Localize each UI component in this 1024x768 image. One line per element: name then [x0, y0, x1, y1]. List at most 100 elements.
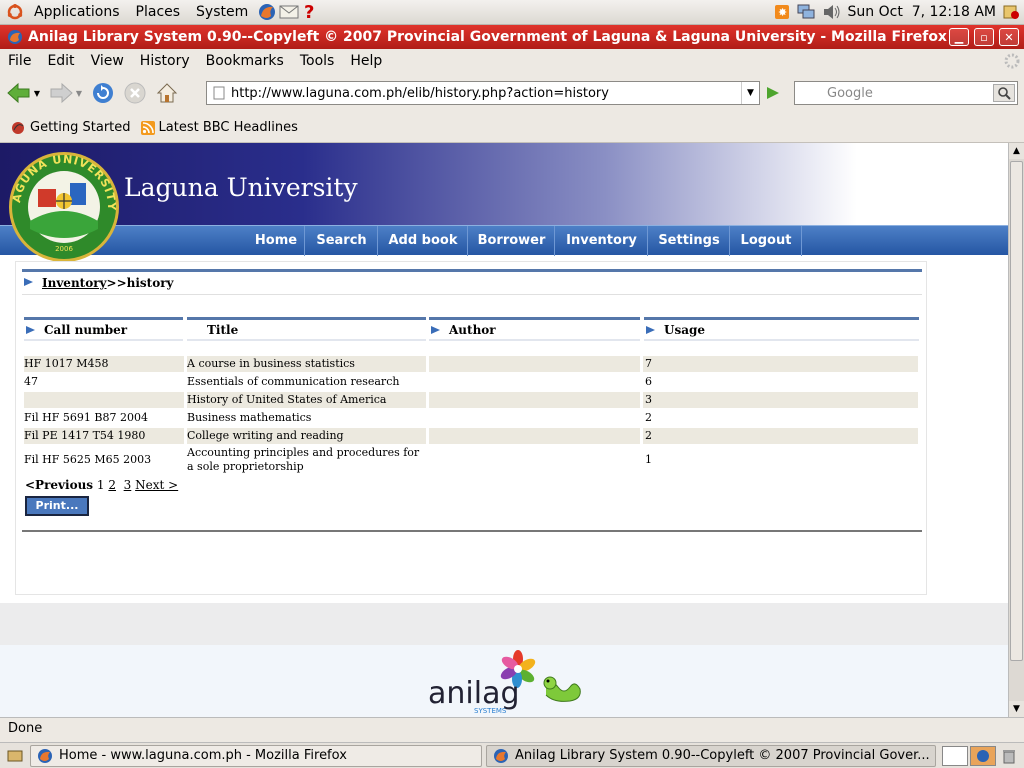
throbber-icon: [1004, 53, 1020, 69]
minimize-button[interactable]: ▁: [949, 28, 969, 46]
url-history-dropdown[interactable]: ▼: [741, 82, 759, 104]
network-icon[interactable]: [796, 3, 816, 21]
back-arrow-icon: [7, 82, 30, 104]
scroll-thumb[interactable]: [1010, 161, 1023, 661]
panel-clock[interactable]: Sun Oct 7, 12:18 AM: [848, 4, 996, 20]
forward-arrow-icon: [50, 82, 73, 104]
breadcrumb-current: >>history: [106, 276, 174, 290]
window-title: Anilag Library System 0.90--Copyleft © 2…: [28, 29, 947, 45]
scroll-up-button[interactable]: ▲: [1009, 143, 1024, 159]
pager-page-1: 1: [96, 478, 105, 492]
pager-next[interactable]: Next >: [135, 478, 178, 492]
shutdown-icon[interactable]: [1002, 3, 1020, 21]
status-text: Done: [8, 721, 43, 736]
menu-help[interactable]: Help: [342, 53, 390, 69]
firefox-window-icon[interactable]: [4, 29, 26, 45]
url-text[interactable]: http://www.laguna.com.ph/elib/history.ph…: [231, 86, 609, 101]
back-button[interactable]: [6, 80, 32, 106]
breadcrumb-inventory-link[interactable]: Inventory: [42, 276, 107, 290]
menu-bookmarks[interactable]: Bookmarks: [198, 53, 292, 69]
workspace-firefox-icon[interactable]: [970, 745, 996, 766]
search-input[interactable]: Google: [794, 81, 1018, 105]
cell-author: [429, 374, 640, 390]
nav-add-book[interactable]: Add book: [379, 226, 468, 256]
cell-author: [429, 446, 640, 462]
svg-text:✸: ✸: [778, 6, 787, 19]
pagination: <Previous 1 2 3 Next >: [25, 478, 178, 492]
taskbar-item-anilag[interactable]: Anilag Library System 0.90--Copyleft © 2…: [486, 744, 936, 767]
mail-launcher-icon[interactable]: [278, 4, 300, 20]
pager-page-2[interactable]: 2: [108, 478, 116, 492]
vertical-scrollbar[interactable]: ▲ ▼: [1008, 143, 1024, 717]
ubuntu-logo-icon[interactable]: [4, 4, 26, 20]
cell-call-number: 47: [24, 375, 38, 388]
bookmark-bbc-headlines[interactable]: Latest BBC Headlines: [140, 120, 298, 135]
menu-edit[interactable]: Edit: [39, 53, 82, 69]
go-arrow-icon: [767, 87, 779, 99]
nav-search[interactable]: Search: [306, 226, 378, 256]
menu-tools[interactable]: Tools: [292, 53, 343, 69]
forward-button[interactable]: [48, 80, 74, 106]
status-bar: Done: [0, 717, 1024, 741]
nav-settings[interactable]: Settings: [649, 226, 730, 256]
reload-button[interactable]: [90, 80, 116, 106]
nav-home[interactable]: Home: [248, 226, 305, 256]
cell-usage: 3: [643, 392, 918, 408]
rss-feed-icon: [140, 120, 155, 135]
nav-logout[interactable]: Logout: [731, 226, 802, 256]
bottom-taskbar: Home - www.laguna.com.ph - Mozilla Firef…: [0, 742, 1024, 768]
table-row: HF 1017 M458 A course in business statis…: [24, 356, 920, 372]
print-button[interactable]: Print...: [25, 496, 89, 516]
bookmark-getting-started[interactable]: Getting Started: [10, 120, 131, 136]
search-icon[interactable]: [993, 84, 1015, 102]
go-button[interactable]: [764, 85, 782, 101]
nav-borrower[interactable]: Borrower: [469, 226, 555, 256]
maximize-button[interactable]: ▫: [974, 28, 994, 46]
back-history-dropdown[interactable]: ▼: [32, 89, 42, 98]
url-bar[interactable]: http://www.laguna.com.ph/elib/history.ph…: [206, 81, 760, 105]
pager-previous[interactable]: <Previous: [25, 478, 93, 492]
cell-usage: 2: [645, 411, 652, 424]
cell-title: History of United States of America: [187, 392, 426, 408]
applications-menu[interactable]: Applications: [26, 0, 128, 25]
taskbar-item-home[interactable]: Home - www.laguna.com.ph - Mozilla Firef…: [30, 744, 482, 767]
forward-history-dropdown[interactable]: ▼: [74, 89, 84, 98]
close-window-button[interactable]: ✕: [999, 28, 1019, 46]
cell-title: Essentials of communication research: [187, 375, 400, 388]
home-button[interactable]: [154, 80, 180, 106]
places-menu[interactable]: Places: [128, 0, 189, 25]
column-header-usage: Usage: [644, 317, 919, 341]
menu-history[interactable]: History: [132, 53, 198, 69]
cell-usage: 6: [645, 375, 652, 388]
menu-view[interactable]: View: [83, 53, 132, 69]
trash-icon[interactable]: [1000, 748, 1018, 764]
table-row: Fil HF 5625 M65 2003 Accounting principl…: [24, 446, 920, 474]
firefox-launcher-icon[interactable]: [256, 2, 278, 22]
show-desktop-icon[interactable]: [4, 748, 26, 764]
cell-usage: 1: [645, 453, 652, 466]
breadcrumb-arrow-icon: [24, 278, 33, 286]
content-divider: [22, 530, 922, 532]
svg-text:SYSTEMS: SYSTEMS: [474, 707, 507, 715]
stop-button[interactable]: [122, 80, 148, 106]
column-header-title: Title: [187, 317, 426, 341]
pager-page-3[interactable]: 3: [124, 478, 132, 492]
system-menu[interactable]: System: [188, 0, 256, 25]
menu-file[interactable]: File: [0, 53, 39, 69]
cell-author: [429, 356, 640, 372]
header-arrow-icon: [646, 326, 655, 334]
page-viewport: Home Search Add book Borrower Inventory …: [0, 143, 1008, 717]
help-launcher-icon[interactable]: ?: [300, 2, 318, 23]
logo-year: 2006: [55, 245, 73, 253]
table-row: 47 Essentials of communication research …: [24, 374, 920, 390]
laguna-university-logo[interactable]: LAGUNA UNIVERSITY 2006: [0, 143, 124, 263]
site-nav-bar: Home Search Add book Borrower Inventory …: [0, 225, 1008, 256]
update-notifier-icon[interactable]: ✸: [774, 4, 790, 20]
volume-icon[interactable]: [822, 3, 842, 21]
anilag-logo[interactable]: anilag SYSTEMS: [428, 649, 588, 717]
nav-inventory[interactable]: Inventory: [556, 226, 648, 256]
site-title: Laguna University: [124, 173, 358, 202]
scroll-down-button[interactable]: ▼: [1009, 701, 1024, 717]
workspace-switcher[interactable]: [942, 745, 968, 766]
cell-call-number: [24, 392, 184, 408]
